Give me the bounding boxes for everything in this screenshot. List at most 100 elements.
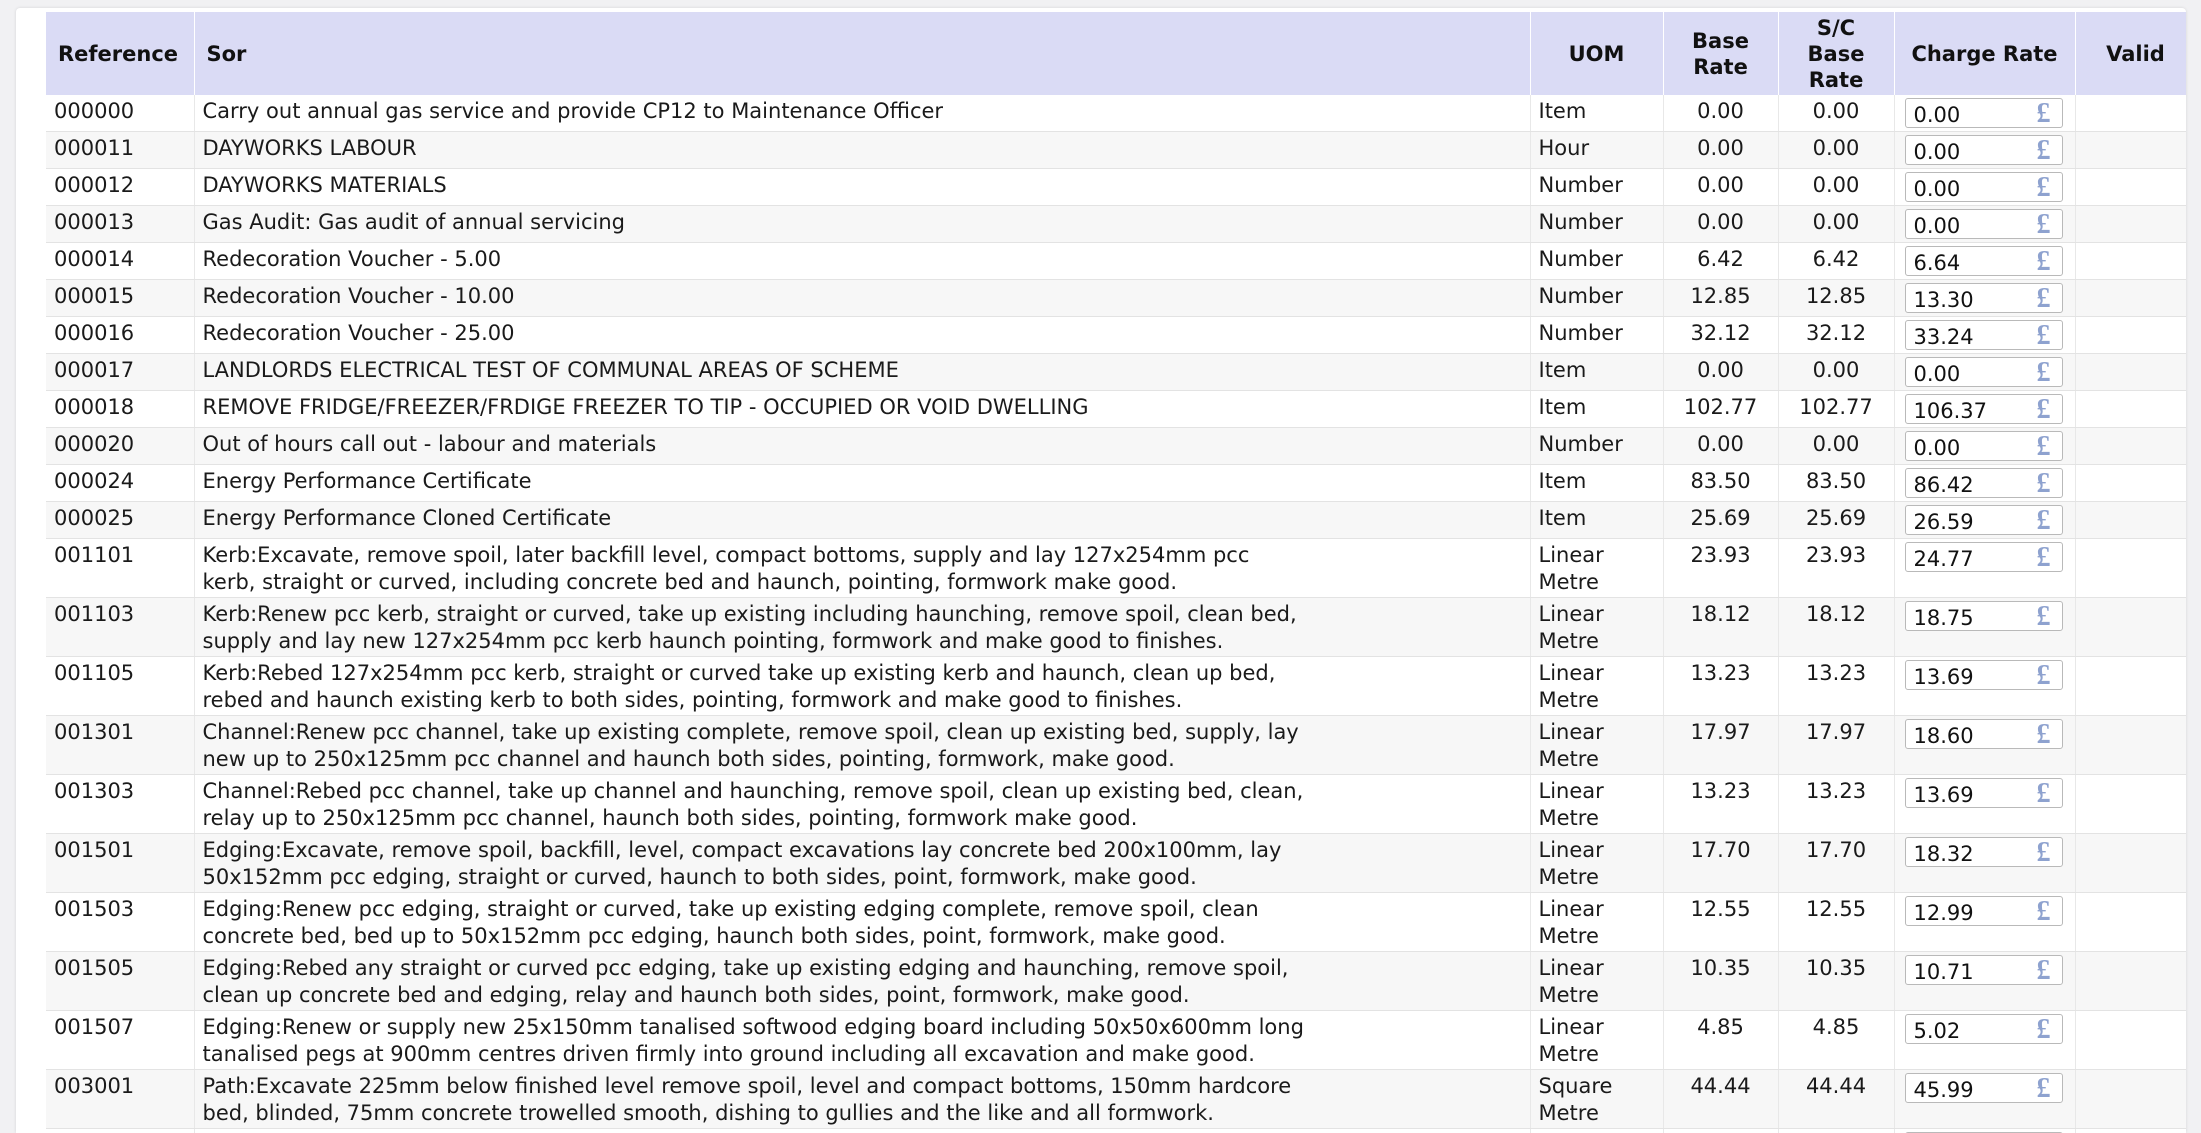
cell-sc-base-rate: 51.75 <box>1778 1128 1895 1133</box>
table-row[interactable]: 000014 Redecoration Voucher - 5.00 Number 6… <box>46 242 2186 280</box>
charge-rate-input[interactable] <box>1905 543 2026 571</box>
column-header-sor[interactable]: Sor <box>194 12 1531 95</box>
charge-rate-field: £ <box>1904 896 2063 927</box>
charge-rate-input[interactable] <box>1905 661 2026 689</box>
sor-description-line: tanalised pegs at 900mm centres driven f… <box>202 1042 1255 1066</box>
pound-currency-icon[interactable]: £ <box>2029 210 2059 240</box>
charge-rate-input[interactable] <box>1905 210 2026 238</box>
pound-currency-icon[interactable]: £ <box>2029 469 2059 499</box>
table-row[interactable]: 001501 Edging:Excavate, remove spoil, bac… <box>46 833 2186 893</box>
cell-base-rate: 0.00 <box>1663 353 1779 391</box>
charge-rate-input[interactable] <box>1905 136 2026 164</box>
column-header-base-rate[interactable]: Base Rate <box>1663 12 1779 95</box>
charge-rate-input[interactable] <box>1905 1074 2026 1102</box>
sor-table-scroll-area[interactable]: Reference Sor UOM Base Rate S/C Base Rat… <box>46 12 2186 1133</box>
table-row[interactable]: 003003Path:Excavate 250mm below finished… <box>46 1128 2186 1133</box>
table-row[interactable]: 000000 Carry out annual gas service and p… <box>46 95 2186 132</box>
pound-currency-icon[interactable]: £ <box>2029 661 2059 691</box>
charge-rate-input[interactable] <box>1905 358 2026 386</box>
table-row[interactable]: 001303 Channel:Rebed pcc channel, take up… <box>46 774 2186 834</box>
column-header-sc-base-rate[interactable]: S/C Base Rate <box>1778 12 1895 95</box>
cell-reference: 001503 <box>46 892 195 952</box>
pound-currency-icon[interactable]: £ <box>2029 173 2059 203</box>
uom-line: Linear <box>1538 838 1604 862</box>
table-row[interactable]: 000018 REMOVE FRIDGE/FREEZER/FRDIGE FREEZ… <box>46 390 2186 428</box>
pound-currency-icon[interactable]: £ <box>2029 284 2059 314</box>
pound-currency-icon[interactable]: £ <box>2029 99 2059 129</box>
column-header-charge-rate[interactable]: Charge Rate <box>1894 12 2076 95</box>
sor-description-line: Channel:Renew pcc channel, take up exist… <box>202 720 1299 744</box>
table-row[interactable]: 000013 Gas Audit: Gas audit of annual ser… <box>46 205 2186 243</box>
charge-rate-input[interactable] <box>1905 432 2026 460</box>
cell-uom: Number <box>1530 168 1664 206</box>
pound-currency-icon[interactable]: £ <box>2029 321 2059 351</box>
pound-currency-icon[interactable]: £ <box>2029 602 2059 632</box>
pound-currency-icon[interactable]: £ <box>2029 395 2059 425</box>
sor-rates-table: Reference Sor UOM Base Rate S/C Base Rat… <box>46 12 2186 1133</box>
column-header-reference[interactable]: Reference <box>46 12 195 95</box>
charge-rate-input[interactable] <box>1905 284 2026 312</box>
table-row[interactable]: 001507 Edging:Renew or supply new 25x150m… <box>46 1010 2186 1070</box>
table-row[interactable]: 001301 Channel:Renew pcc channel, take up… <box>46 715 2186 775</box>
pound-currency-icon[interactable]: £ <box>2029 358 2059 388</box>
column-header-uom[interactable]: UOM <box>1530 12 1664 95</box>
pound-currency-icon[interactable]: £ <box>2029 838 2059 868</box>
pound-currency-icon[interactable]: £ <box>2029 136 2059 166</box>
pound-currency-icon[interactable]: £ <box>2029 720 2059 750</box>
table-row[interactable]: 003001 Path:Excavate 225mm below finished… <box>46 1069 2186 1129</box>
charge-rate-input[interactable] <box>1905 173 2026 201</box>
table-row[interactable]: 001103 Kerb:Renew pcc kerb, straight or c… <box>46 597 2186 657</box>
table-row[interactable]: 000012 DAYWORKS MATERIALS Number 0.000.00 £ <box>46 168 2186 206</box>
sor-description-line: Redecoration Voucher - 10.00 <box>202 284 515 308</box>
charge-rate-input[interactable] <box>1905 469 2026 497</box>
table-row[interactable]: 000016 Redecoration Voucher - 25.00 Number… <box>46 316 2186 354</box>
pound-currency-icon[interactable]: £ <box>2029 779 2059 809</box>
cell-reference: 000024 <box>46 464 195 502</box>
table-row[interactable]: 001505 Edging:Rebed any straight or curve… <box>46 951 2186 1011</box>
charge-rate-input[interactable] <box>1905 897 2026 925</box>
cell-sor: Edging:Rebed any straight or curved pcc … <box>194 951 1531 1011</box>
table-row[interactable]: 001101 Kerb:Excavate, remove spoil, later… <box>46 538 2186 598</box>
cell-sor: Channel:Renew pcc channel, take up exist… <box>194 715 1531 775</box>
charge-rate-input[interactable] <box>1905 99 2026 127</box>
pound-currency-icon[interactable]: £ <box>2029 897 2059 927</box>
pound-currency-icon[interactable]: £ <box>2029 247 2059 277</box>
table-row[interactable]: 000017 LANDLORDS ELECTRICAL TEST OF COMMU… <box>46 353 2186 391</box>
cell-sc-base-rate: 4.85 <box>1778 1010 1895 1070</box>
charge-rate-input[interactable] <box>1905 779 2026 807</box>
charge-rate-input[interactable] <box>1905 506 2026 534</box>
sor-description-line: clean up concrete bed and edging, relay … <box>202 983 1190 1007</box>
pound-currency-icon[interactable]: £ <box>2029 506 2059 536</box>
uom-line: Number <box>1538 432 1623 456</box>
charge-rate-field: £ <box>1904 172 2063 203</box>
table-row[interactable]: 000020 Out of hours call out - labour and… <box>46 427 2186 465</box>
table-row[interactable]: 001105 Kerb:Rebed 127x254mm pcc kerb, str… <box>46 656 2186 716</box>
sor-description-line: Kerb:Excavate, remove spoil, later backf… <box>202 543 1250 567</box>
cell-sor: Energy Performance Cloned Certificate <box>194 501 1531 539</box>
cell-base-rate: 23.93 <box>1663 538 1779 598</box>
charge-rate-input[interactable] <box>1905 602 2026 630</box>
table-row[interactable]: 000024 Energy Performance Certificate Item… <box>46 464 2186 502</box>
column-header-valid[interactable]: Valid <box>2075 12 2186 95</box>
cell-uom: Number <box>1530 242 1664 280</box>
charge-rate-input[interactable] <box>1905 395 2026 423</box>
charge-rate-field: £ <box>1904 837 2063 868</box>
table-row[interactable]: 000015 Redecoration Voucher - 10.00 Number… <box>46 279 2186 317</box>
charge-rate-input[interactable] <box>1905 321 2026 349</box>
charge-rate-input[interactable] <box>1905 838 2026 866</box>
table-row[interactable]: 001503 Edging:Renew pcc edging, straight … <box>46 892 2186 952</box>
table-row[interactable]: 000011 DAYWORKS LABOUR Hour 0.000.00 £ <box>46 131 2186 169</box>
pound-currency-icon[interactable]: £ <box>2029 956 2059 986</box>
charge-rate-input[interactable] <box>1905 720 2026 748</box>
charge-rate-input[interactable] <box>1905 1015 2026 1043</box>
pound-currency-icon[interactable]: £ <box>2029 432 2059 462</box>
pound-currency-icon[interactable]: £ <box>2029 1074 2059 1104</box>
charge-rate-input[interactable] <box>1905 956 2026 984</box>
table-row[interactable]: 000025 Energy Performance Cloned Certific… <box>46 501 2186 539</box>
pound-currency-icon[interactable]: £ <box>2029 1015 2059 1045</box>
sor-description-line: bed, blinded, 75mm concrete trowelled sm… <box>202 1101 1214 1125</box>
charge-rate-field: £ <box>1904 1073 2063 1104</box>
charge-rate-input[interactable] <box>1905 247 2026 275</box>
pound-currency-icon[interactable]: £ <box>2029 543 2059 573</box>
cell-uom: Item <box>1530 501 1664 539</box>
